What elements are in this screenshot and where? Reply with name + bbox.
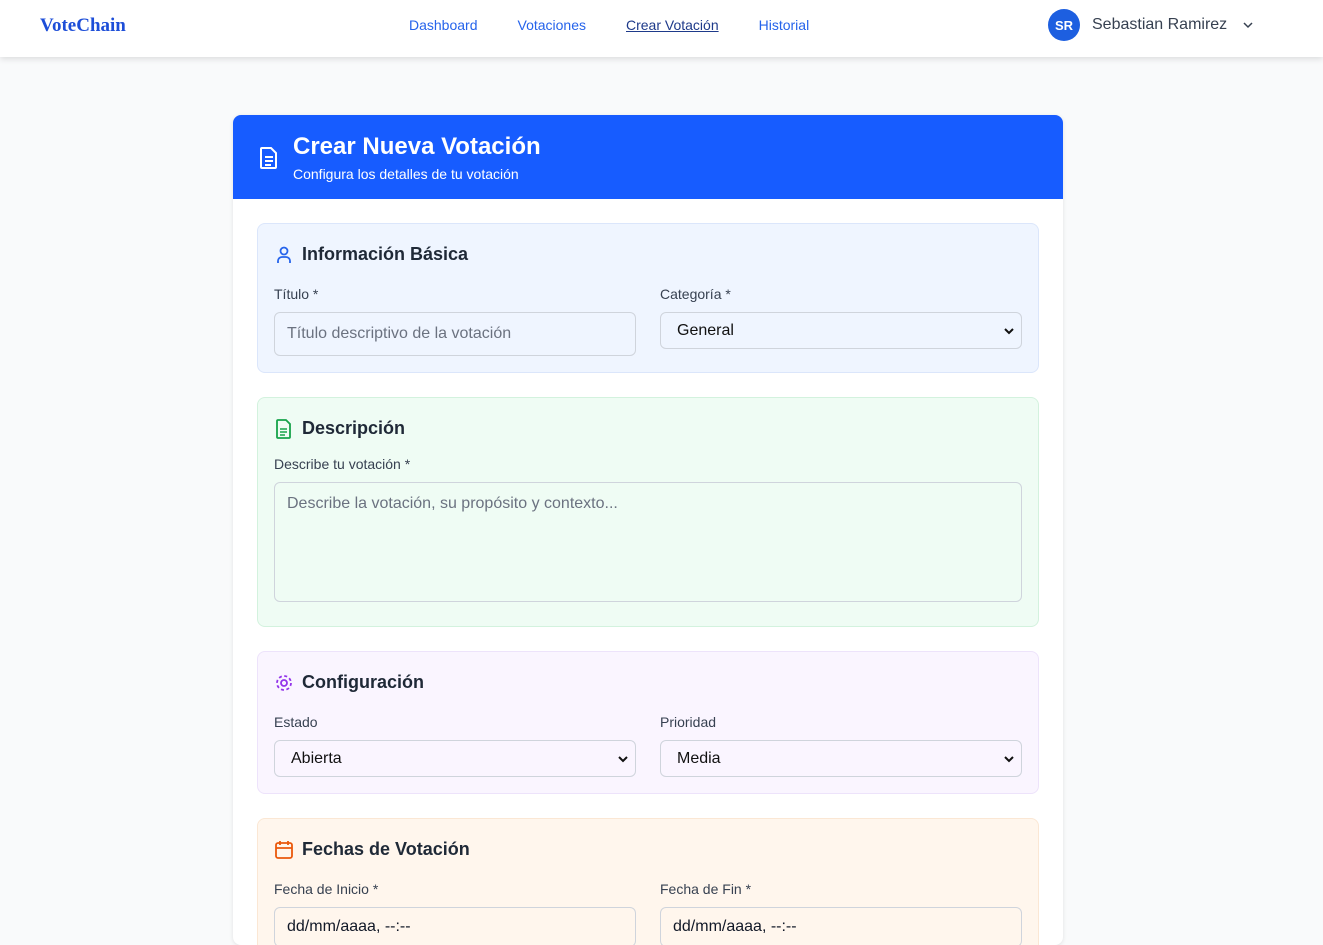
estado-value: Abierta <box>291 749 342 767</box>
document-icon <box>260 147 277 169</box>
categoria-select[interactable]: General <box>660 312 1022 349</box>
section-description: Descripción Describe tu votación * Descr… <box>257 397 1039 627</box>
card-header: Crear Nueva Votación Configura los detal… <box>233 115 1063 199</box>
titulo-placeholder: Título descriptivo de la votación <box>287 325 512 342</box>
descripcion-textarea[interactable]: Describe la votación, su propósito y con… <box>274 482 1022 602</box>
prioridad-value: Media <box>677 749 721 767</box>
section-title: Configuración <box>302 672 424 692</box>
nav-dashboard[interactable]: Dashboard <box>409 17 478 33</box>
nav-crear-votacion[interactable]: Crear Votación <box>626 17 719 33</box>
chevron-down-icon <box>1004 327 1014 334</box>
section-title: Descripción <box>302 418 406 438</box>
chevron-down-icon <box>618 755 628 762</box>
fecha-inicio-value: dd/mm/aaaa, --:-- <box>287 918 411 935</box>
section-configuration: Configuración Estado Abierta Prioridad M… <box>257 651 1039 794</box>
section-title: Fechas de Votación <box>302 839 470 859</box>
top-nav: VoteChain Dashboard Votaciones Crear Vot… <box>0 0 1323 57</box>
section-basic-info: Información Básica Título * Título descr… <box>257 223 1039 373</box>
avatar: SR <box>1048 9 1080 41</box>
file-text-icon <box>276 419 291 439</box>
prioridad-label: Prioridad <box>660 714 717 730</box>
section-title: Información Básica <box>302 244 469 264</box>
prioridad-select[interactable]: Media <box>660 740 1022 777</box>
titulo-label: Título * <box>274 286 319 302</box>
page-subtitle: Configura los detalles de tu votación <box>293 166 519 182</box>
calendar-icon <box>275 841 293 859</box>
section-dates: Fechas de Votación Fecha de Inicio * dd/… <box>257 818 1039 945</box>
chevron-down-icon <box>1004 755 1014 762</box>
logo[interactable]: VoteChain <box>40 15 126 37</box>
estado-label: Estado <box>274 714 318 730</box>
create-vote-card: Crear Nueva Votación Configura los detal… <box>233 115 1063 945</box>
estado-select[interactable]: Abierta <box>274 740 636 777</box>
nav-links: Dashboard Votaciones Crear Votación Hist… <box>409 17 809 33</box>
fecha-inicio-label: Fecha de Inicio * <box>274 881 379 897</box>
nav-historial[interactable]: Historial <box>759 17 810 33</box>
fecha-fin-input[interactable]: dd/mm/aaaa, --:-- <box>660 907 1022 945</box>
descripcion-placeholder: Describe la votación, su propósito y con… <box>287 495 618 512</box>
categoria-label: Categoría * <box>660 286 731 302</box>
chevron-down-icon <box>1243 22 1253 29</box>
user-icon <box>277 246 291 263</box>
descripcion-label: Describe tu votación * <box>274 456 411 472</box>
fecha-fin-label: Fecha de Fin * <box>660 881 752 897</box>
fecha-inicio-input[interactable]: dd/mm/aaaa, --:-- <box>274 907 636 945</box>
user-menu[interactable]: SR Sebastian Ramirez <box>1048 9 1255 41</box>
page-title: Crear Nueva Votación <box>293 133 541 160</box>
fecha-fin-value: dd/mm/aaaa, --:-- <box>673 918 797 935</box>
titulo-input[interactable]: Título descriptivo de la votación <box>274 312 636 356</box>
user-name: Sebastian Ramirez <box>1092 16 1228 33</box>
categoria-value: General <box>677 321 734 339</box>
gear-icon <box>276 675 292 691</box>
nav-votaciones[interactable]: Votaciones <box>518 17 587 33</box>
